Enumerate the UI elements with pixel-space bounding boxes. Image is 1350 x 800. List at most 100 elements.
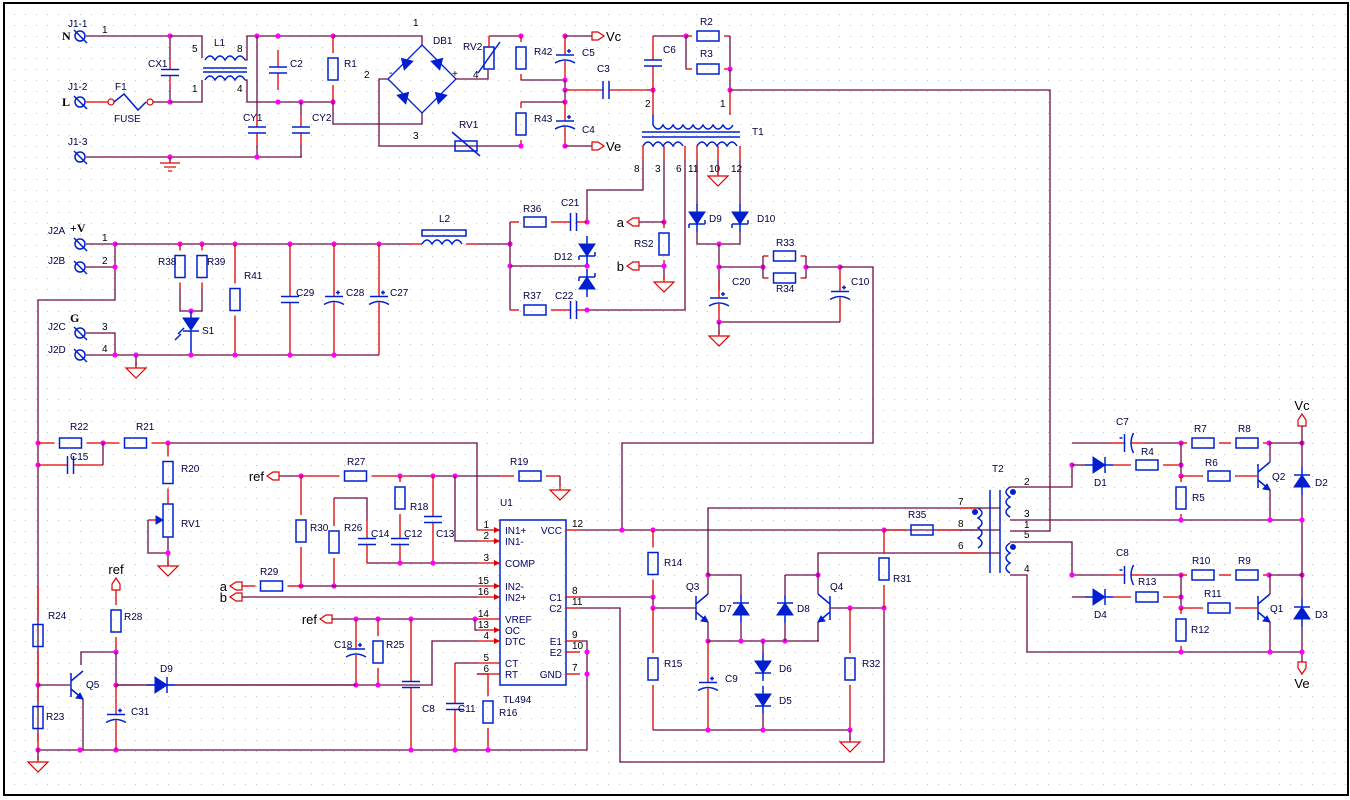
component-label: R1 [344,59,357,70]
component-label: S1 [202,326,215,337]
junction-dot [408,747,414,753]
component-label: R11 [1204,589,1222,600]
ic-pin-number: 8 [572,586,578,597]
component-label: T2 [992,464,1004,475]
component-label: C20 [732,277,751,288]
pin-label-rot: 3 [655,164,661,175]
junction-dot [1267,649,1273,655]
component-label: C6 [663,45,676,56]
pin-label: 1 [102,25,108,36]
component-label: L1 [214,38,226,49]
component-label: T1 [752,127,764,138]
component-label: R24 [48,611,67,622]
junction-dot [452,747,458,753]
component-label: C21 [561,198,580,209]
schematic-canvas: N J1-1 1 L J1-2 J1-3 F1 FUSE CX1 L1 5 8 1 4 CY1 CY2 C2 R1… [0,0,1350,800]
net-label: ref [302,612,318,627]
junction-dot [1069,572,1075,578]
junction-dot [1178,517,1184,523]
pin-label: 1 [102,233,108,244]
pin-label: 1 [192,84,198,95]
ic-pin-label: DTC [505,637,526,648]
ic-pin-number: 7 [572,663,578,674]
junction-dot [254,154,260,160]
junction-dot [1178,649,1184,655]
component-label: D6 [779,664,792,675]
component-label: RV1 [181,519,201,530]
component-label: C2 [290,59,303,70]
ic-pin-label: OC [505,626,520,637]
net-label: ref [249,469,265,484]
ic-pin-number: 4 [483,631,489,642]
ic-pin-label: IN1+ [505,526,527,537]
component-label: D5 [779,696,792,707]
component-label: R8 [1238,424,1251,435]
ic-pin-number: 14 [478,609,490,620]
net-label: b [617,259,624,274]
pin-label-rot: 6 [676,164,682,175]
component-label: C18 [334,640,353,651]
junction-dot [661,263,667,269]
component-label: C9 [725,674,738,685]
junction-dot [188,352,194,358]
component-label: C31 [131,707,150,718]
component-label: R4 [1141,447,1154,458]
component-label: RS2 [634,239,654,250]
component-label: R37 [523,291,542,302]
component-label: F1 [115,82,127,93]
ic-pin-number: 15 [478,576,490,587]
ic-pin-number: 2 [483,531,489,542]
ic-pin-label: VREF [505,615,532,626]
component-label: R15 [664,659,683,670]
grid-background [0,0,1350,800]
component-label: R43 [534,114,553,125]
component-label: R36 [523,204,542,215]
component-label: R13 [1138,577,1157,588]
net-label: a [617,215,625,230]
component-label: R16 [499,708,518,719]
component-label: R34 [776,284,795,295]
ic-pin-label: C1 [549,593,562,604]
component-label: R6 [1205,458,1218,469]
component-label: D1 [1094,478,1107,489]
net-label: Vc [1294,398,1310,413]
component-label-CY2: CY2 [312,113,332,124]
pin-label: 4 [102,344,108,355]
junction-dot [1267,517,1273,523]
component-label: C27 [390,288,409,299]
component-label: R21 [136,422,155,433]
component-label: R39 [207,257,226,268]
ic-pin-number: 5 [483,653,489,664]
component-label: D7 [719,604,732,615]
junction-dot [584,649,590,655]
junction-dot [430,560,436,566]
component-label: R5 [1192,493,1205,504]
connector-label-+V: +V [70,221,86,235]
junction-dot [485,747,491,753]
junction-dot [287,352,293,358]
pin-label: 6 [958,541,964,552]
connector-label-G: G [70,311,79,325]
component-label: DB1 [433,36,453,47]
pin-label-rot: 1 [720,99,726,110]
component-label: D9 [160,664,173,675]
ic-pin-number: 1 [483,520,489,531]
component-label: R42 [534,47,553,58]
component-label: R26 [344,523,363,534]
component-label: D8 [797,604,810,615]
component-label: R19 [510,457,529,468]
component-label: D12 [554,252,573,263]
connector-label-L: L [62,95,70,109]
ic-pin-label: E2 [550,648,563,659]
pin-label-rot: 10 [709,164,721,175]
component-label: R41 [244,271,263,282]
component-label: C22 [555,291,574,302]
pin-label-rot: 12 [731,164,743,175]
connector-J1-3-label: J1-3 [68,137,88,148]
component-label: C7 [1116,417,1129,428]
ic-pin-number: 11 [572,597,583,608]
component-label: C8 [1116,548,1129,559]
component-label: RV2 [463,42,483,53]
component-label: R31 [893,574,912,585]
component-label: R27 [347,457,366,468]
